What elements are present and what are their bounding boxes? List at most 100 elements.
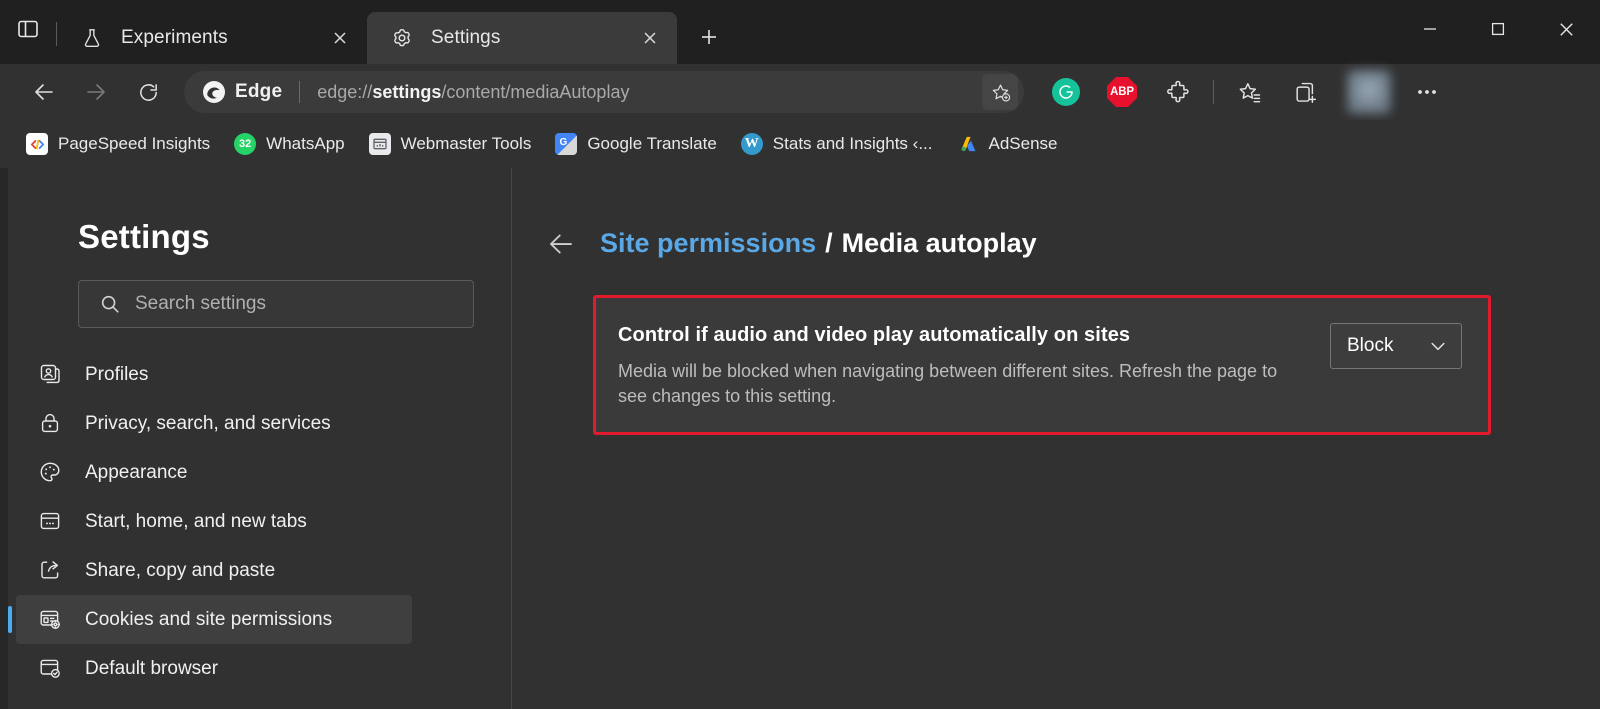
bookmark-pagespeed-insights[interactable]: PageSpeed Insights bbox=[16, 127, 220, 161]
extensions-puzzle-icon[interactable] bbox=[1157, 71, 1199, 113]
toolbar-divider bbox=[1213, 80, 1214, 104]
bookmark-label: Webmaster Tools bbox=[400, 134, 532, 153]
favorites-icon[interactable] bbox=[1228, 71, 1270, 113]
abp-badge: ABP bbox=[1107, 77, 1137, 107]
browser-window-icon bbox=[38, 509, 64, 535]
search-icon bbox=[99, 293, 121, 315]
bookmark-stats-and-insights[interactable]: W Stats and Insights ‹... bbox=[731, 127, 943, 161]
edge-logo-icon bbox=[202, 80, 226, 104]
sidebar-item-label: Appearance bbox=[85, 461, 188, 483]
bookmark-label: Stats and Insights ‹... bbox=[772, 134, 933, 153]
profile-avatar[interactable] bbox=[1347, 70, 1391, 114]
settings-main-content: Site permissions / Media autoplay Contro… bbox=[513, 168, 1600, 709]
tab-settings[interactable]: Settings bbox=[367, 12, 677, 64]
google-translate-icon: G bbox=[555, 133, 578, 155]
close-icon[interactable] bbox=[325, 23, 355, 53]
minimize-button[interactable] bbox=[1396, 0, 1464, 58]
lock-icon bbox=[38, 411, 64, 437]
edge-brand-chip: Edge bbox=[202, 80, 282, 104]
window-controls bbox=[1396, 0, 1600, 58]
pagespeed-icon bbox=[26, 133, 48, 155]
settings-and-more-icon[interactable] bbox=[1406, 71, 1448, 113]
edge-brand-label: Edge bbox=[235, 81, 283, 102]
sidebar-item-label: Profiles bbox=[85, 363, 149, 385]
url-domain: settings bbox=[372, 81, 442, 102]
bookmark-whatsapp[interactable]: 32 WhatsApp bbox=[224, 127, 354, 161]
page-title: Settings bbox=[78, 218, 210, 255]
sidebar-item-label: Privacy, search, and services bbox=[85, 412, 331, 434]
back-arrow-icon[interactable] bbox=[546, 229, 576, 259]
address-bar[interactable]: Edge edge://settings/content/mediaAutopl… bbox=[184, 71, 1024, 113]
wordpress-glyph: W bbox=[744, 136, 759, 151]
whatsapp-badge: 32 bbox=[239, 138, 252, 150]
close-icon[interactable] bbox=[635, 23, 665, 53]
sidebar-item-label: Cookies and site permissions bbox=[85, 608, 333, 630]
search-placeholder: Search settings bbox=[135, 293, 266, 314]
collections-icon[interactable] bbox=[1284, 71, 1326, 113]
grammarly-badge bbox=[1052, 78, 1080, 106]
sidebar-item-start-home-new-tabs[interactable]: Start, home, and new tabs bbox=[16, 497, 412, 546]
refresh-button[interactable] bbox=[128, 72, 168, 112]
browser-toolbar: Edge edge://settings/content/mediaAutopl… bbox=[0, 64, 1600, 120]
tab-title: Settings bbox=[431, 27, 501, 48]
breadcrumb: Site permissions / Media autoplay bbox=[513, 168, 1600, 259]
url-text: edge://settings/content/mediaAutoplay bbox=[317, 82, 982, 103]
palette-icon bbox=[38, 460, 64, 486]
maximize-button[interactable] bbox=[1464, 0, 1532, 58]
forward-button[interactable] bbox=[76, 72, 116, 112]
gear-icon bbox=[389, 25, 415, 51]
bookmark-label: AdSense bbox=[988, 134, 1058, 153]
tab-title: Experiments bbox=[121, 27, 228, 48]
sidebar-item-label: Start, home, and new tabs bbox=[85, 510, 307, 532]
tab-list: Experiments Settings bbox=[57, 0, 731, 64]
whatsapp-icon: 32 bbox=[234, 133, 257, 155]
site-permissions-icon bbox=[38, 607, 64, 633]
sidebar-item-cookies-and-site-permissions[interactable]: Cookies and site permissions bbox=[8, 595, 412, 644]
sidebar-item-privacy-search-services[interactable]: Privacy, search, and services bbox=[16, 399, 412, 448]
tab-strip: Experiments Settings bbox=[0, 0, 1600, 64]
bookmark-label: WhatsApp bbox=[266, 134, 345, 153]
search-settings-input[interactable]: Search settings bbox=[78, 280, 474, 328]
back-button[interactable] bbox=[24, 72, 64, 112]
url-path: /content/mediaAutoplay bbox=[441, 81, 630, 102]
toolbar-icons: ABP bbox=[1038, 70, 1455, 114]
settings-nav-list: Profiles Privacy, search, and services A… bbox=[8, 350, 511, 693]
flask-icon bbox=[79, 25, 105, 51]
bookmark-label: Google Translate bbox=[587, 134, 717, 153]
bookmark-webmaster-tools[interactable]: Webmaster Tools bbox=[359, 127, 542, 161]
sidebar-item-label: Share, copy and paste bbox=[85, 559, 276, 581]
close-window-button[interactable] bbox=[1532, 0, 1600, 58]
new-tab-button[interactable] bbox=[687, 15, 731, 59]
adblock-plus-extension-icon[interactable]: ABP bbox=[1101, 71, 1143, 113]
settings-sidebar: Settings Search settings Profiles Privac… bbox=[8, 168, 512, 709]
breadcrumb-separator: / bbox=[825, 228, 833, 258]
profile-card-icon bbox=[38, 362, 64, 388]
sidebar-item-label: Default browser bbox=[85, 657, 219, 679]
annotation-highlight-box bbox=[593, 295, 1491, 435]
sidebar-item-appearance[interactable]: Appearance bbox=[16, 448, 412, 497]
share-icon bbox=[38, 558, 64, 584]
bookmark-label: PageSpeed Insights bbox=[58, 134, 211, 153]
wordpress-icon: W bbox=[740, 133, 763, 155]
breadcrumb-parent-link[interactable]: Site permissions bbox=[600, 228, 816, 259]
sidebar-item-default-browser[interactable]: Default browser bbox=[16, 644, 412, 693]
sidebar-item-share-copy-paste[interactable]: Share, copy and paste bbox=[16, 546, 412, 595]
grammarly-extension-icon[interactable] bbox=[1045, 71, 1087, 113]
page-left-gutter bbox=[0, 168, 8, 709]
tab-actions-button[interactable] bbox=[0, 0, 56, 64]
address-bar-divider bbox=[299, 81, 301, 103]
tab-actions-icon bbox=[11, 12, 45, 46]
url-prefix: edge:// bbox=[317, 81, 373, 102]
add-favorite-icon[interactable] bbox=[982, 74, 1018, 110]
adsense-icon bbox=[957, 133, 979, 155]
bookmark-adsense[interactable]: AdSense bbox=[947, 127, 1068, 161]
settings-page: Settings Search settings Profiles Privac… bbox=[0, 168, 1600, 709]
tab-experiments[interactable]: Experiments bbox=[57, 12, 367, 64]
breadcrumb-current: Media autoplay bbox=[841, 228, 1037, 258]
bookmarks-bar: PageSpeed Insights 32 WhatsApp Webmaster… bbox=[0, 120, 1600, 168]
translate-glyph: G bbox=[559, 136, 568, 148]
sidebar-item-profiles[interactable]: Profiles bbox=[16, 350, 412, 399]
default-browser-icon bbox=[38, 656, 64, 682]
bookmark-google-translate[interactable]: G Google Translate bbox=[545, 127, 726, 161]
webmaster-tools-icon bbox=[368, 133, 391, 155]
